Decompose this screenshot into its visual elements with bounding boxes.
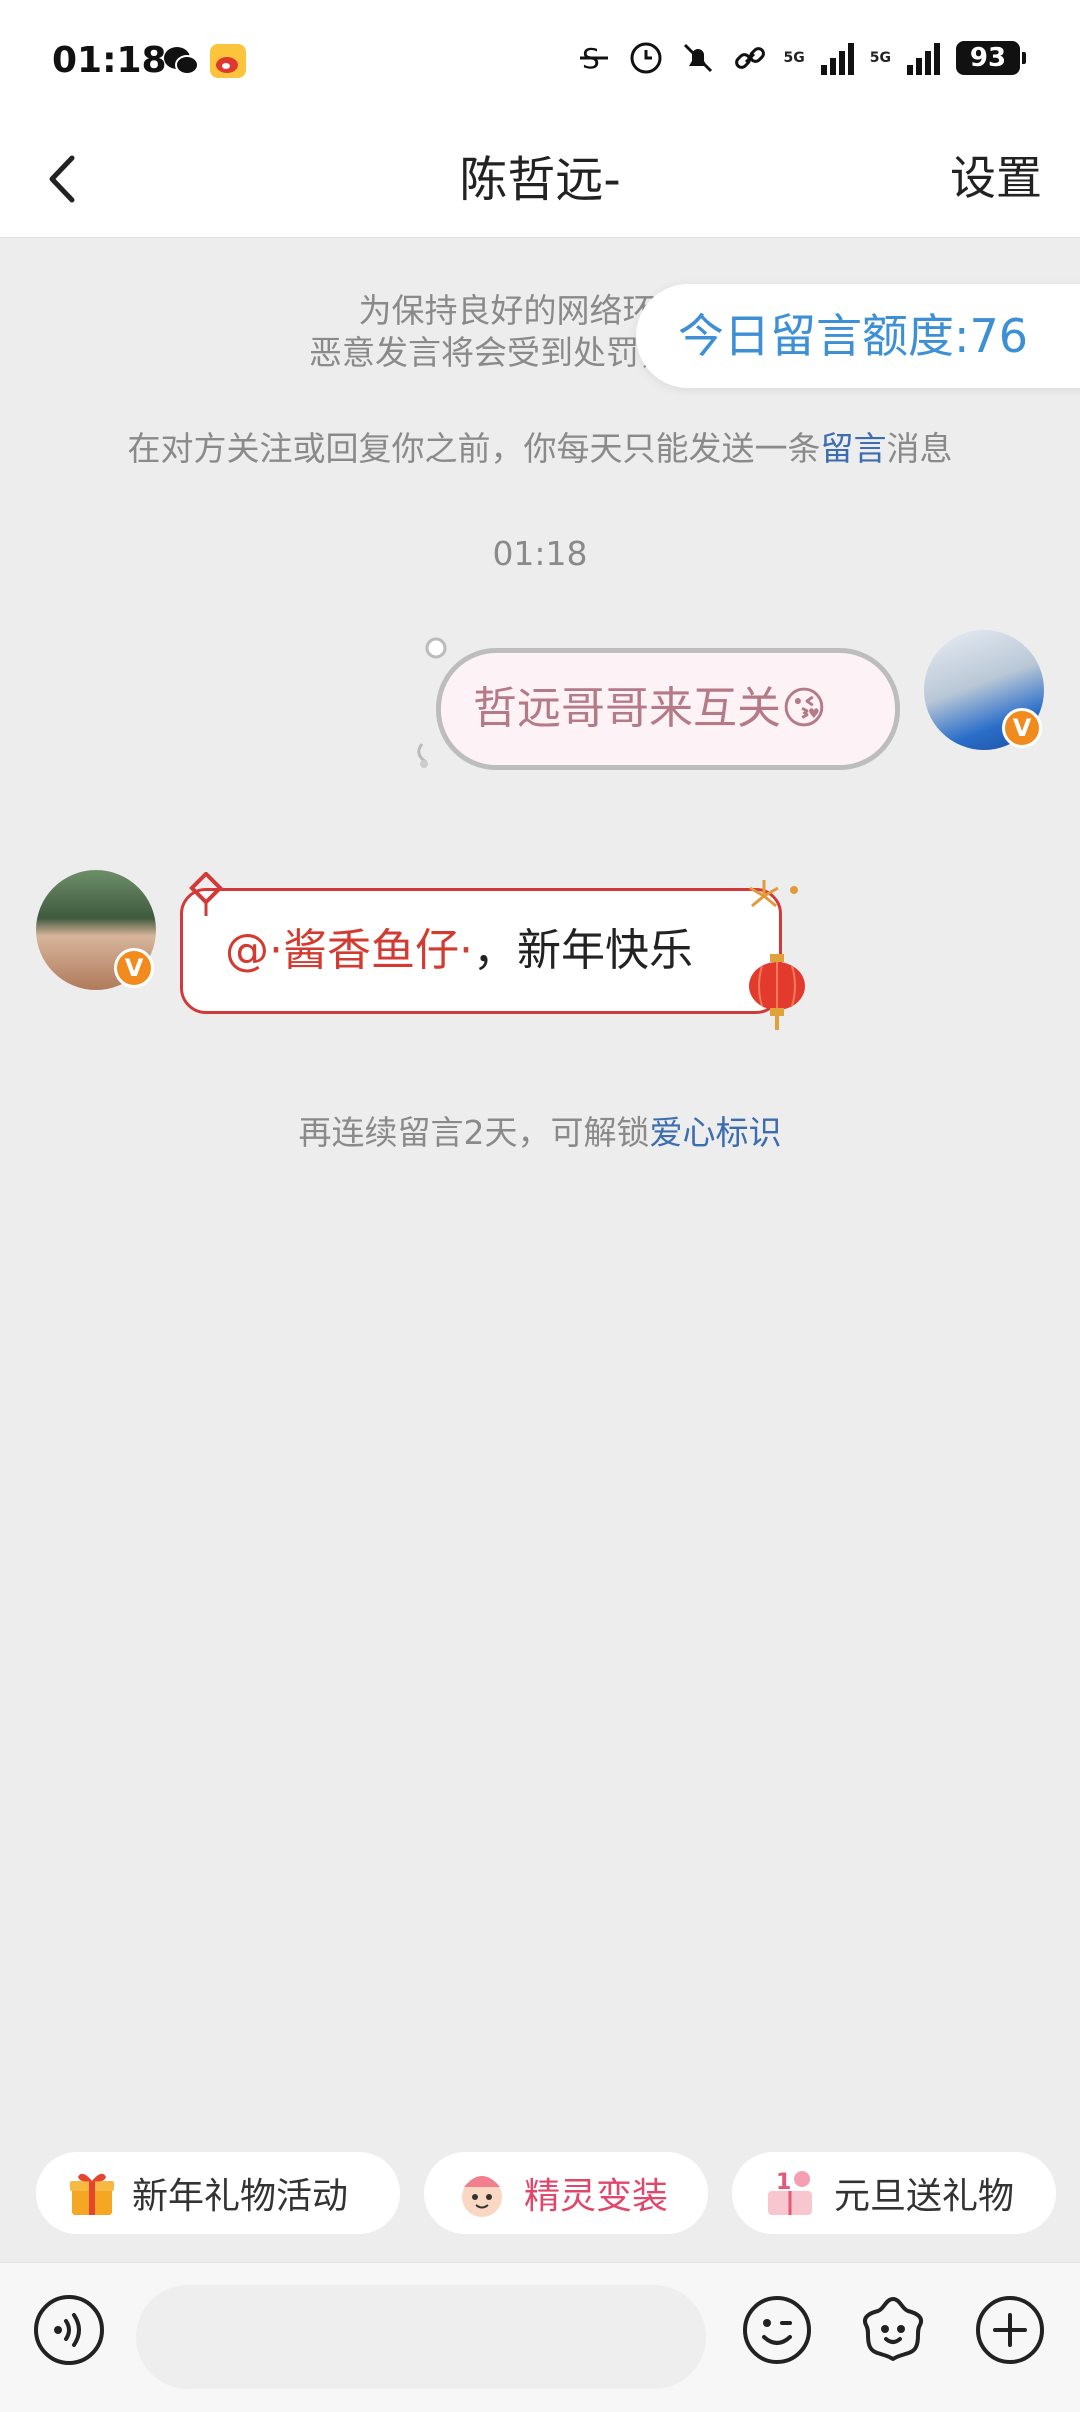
sprite-dressup-button[interactable]: 精灵变装 [424, 2152, 708, 2234]
message-limit-notice: 在对方关注或回复你之前，你每天只能发送一条留言消息 [0, 422, 1080, 470]
link-icon [734, 47, 765, 69]
message-link[interactable]: 留言 [821, 429, 887, 468]
daily-quota-badge[interactable]: 今日留言额度:76 [636, 284, 1080, 388]
chip-label: 精灵变装 [524, 2176, 669, 2217]
gift-icon [70, 2173, 114, 2215]
newyear-gift-icon: 1 [768, 2170, 812, 2215]
limit-text-suffix: 消息 [886, 429, 953, 468]
voice-icon[interactable] [32, 2293, 106, 2367]
input-bar [0, 2262, 1080, 2412]
strikethrough-icon: S [579, 42, 608, 75]
alarm-icon [630, 42, 662, 74]
message-text: ，新年快乐 [472, 925, 693, 976]
unlock-tip: 再连续留言2天，可解锁爱心标识 [0, 1106, 1080, 1154]
sticker-icon[interactable] [856, 2293, 930, 2367]
chinese-knot-icon [189, 872, 223, 916]
signal-icon [907, 41, 940, 75]
status-time: 01:18 [52, 40, 167, 81]
settings-button[interactable]: 设置 [950, 142, 1042, 208]
wechat-icon [164, 47, 199, 75]
chat-bubble-outgoing[interactable]: 哲远哥哥来互关😘 [436, 648, 900, 770]
unlock-tip-text: 再连续留言2天，可解锁 [298, 1113, 650, 1152]
red-lantern-icon [749, 954, 805, 1030]
newyear-send-gift-button[interactable]: 1 元旦送礼物 [732, 2152, 1056, 2234]
chat-header: 陈哲远- 设置 [0, 120, 1080, 238]
chip-label: 新年礼物活动 [132, 2176, 349, 2217]
message-timestamp: 01:18 [492, 534, 588, 573]
firework-icon [749, 880, 798, 908]
page-title: 陈哲远- [459, 152, 621, 208]
newyear-gift-event-button[interactable]: 新年礼物活动 [36, 2152, 400, 2234]
verified-badge-icon: V [114, 948, 154, 988]
plus-icon[interactable] [973, 2293, 1047, 2367]
status-icons: S 5G 5G 93 [576, 40, 1026, 76]
network-label-2: 5G [869, 50, 891, 66]
network-label-1: 5G [783, 50, 805, 66]
signal-icon [820, 41, 854, 75]
sprite-icon [462, 2176, 502, 2217]
chat-bubble-incoming[interactable]: @·酱香鱼仔·，新年快乐 [180, 888, 782, 1014]
message-input[interactable] [136, 2285, 706, 2389]
status-bar: 01:18 S 5G 5G 93 [0, 0, 1080, 120]
mute-bell-icon [683, 43, 712, 73]
chip-label: 元旦送礼物 [834, 2176, 1015, 2217]
battery-icon: 93 [956, 41, 1026, 75]
weibo-icon [210, 44, 246, 78]
mention-link[interactable]: @·酱香鱼仔· [225, 925, 473, 976]
heart-badge-link[interactable]: 爱心标识 [650, 1113, 782, 1152]
limit-text-prefix: 在对方关注或回复你之前，你每天只能发送一条 [127, 429, 821, 468]
emoji-icon[interactable] [740, 2293, 814, 2367]
verified-badge-icon: V [1002, 708, 1042, 748]
